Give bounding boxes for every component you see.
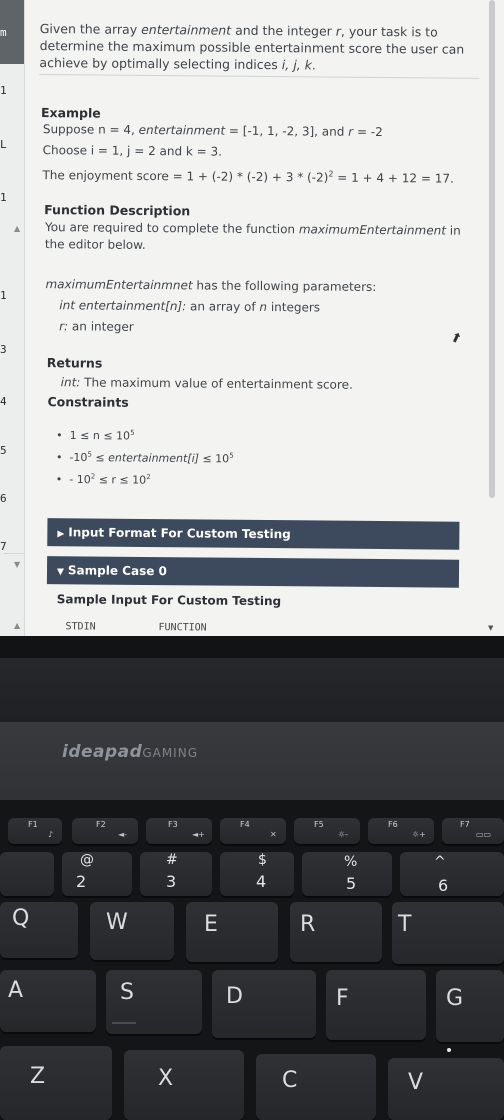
- input-format-toggle[interactable]: ▶ Input Format For Custom Testing: [47, 518, 460, 550]
- screen-bezel: [0, 636, 504, 658]
- gutter-label: 7: [0, 540, 7, 553]
- function-description-text: You are required to complete the functio…: [44, 220, 461, 252]
- chevron-up-icon[interactable]: ▲: [14, 621, 20, 630]
- constraints-heading: Constraints: [47, 394, 129, 410]
- key-4[interactable]: $4: [220, 852, 294, 896]
- key-f1[interactable]: F1 ♪: [8, 818, 62, 844]
- problem-statement: Given the array entertainment and the in…: [30, 0, 484, 636]
- key-a[interactable]: A: [0, 970, 96, 1032]
- brand-logo: ideapadGAMING: [62, 742, 198, 762]
- key-f5[interactable]: F5 ☼-: [294, 818, 360, 844]
- function-label: FUNCTION: [158, 622, 207, 634]
- key-q[interactable]: Q: [0, 902, 78, 958]
- gutter-label: 6: [0, 492, 7, 505]
- key-w[interactable]: W: [90, 902, 174, 960]
- gutter-label: 1: [0, 84, 7, 97]
- parameters-intro: maximumEntertainmnet has the following p…: [45, 277, 377, 294]
- key-f2[interactable]: F2 ◄-: [72, 818, 138, 844]
- scrollbar-thumb[interactable]: [489, 0, 495, 498]
- key-6[interactable]: ^ 6: [400, 852, 504, 896]
- caret-right-icon: ▶: [57, 529, 65, 540]
- key-5[interactable]: % 5: [302, 852, 392, 896]
- key-t[interactable]: T: [392, 902, 504, 964]
- constraint-item: • 1 ≤ n ≤ 105: [56, 428, 135, 443]
- example-line: Suppose n = 4, entertainment = [-1, 1, -…: [42, 122, 383, 140]
- constraint-item: • -105 ≤ entertainment[i] ≤ 105: [55, 450, 234, 466]
- display-switch-icon: ▭▭: [476, 830, 492, 839]
- line-number-gutter: m 1 L 1 ▲ 1 3 4 5 6 7 ▼ ▲: [0, 0, 25, 636]
- key-2[interactable]: @2: [62, 852, 132, 896]
- constraint-item: • - 102 ≤ r ≤ 102: [55, 472, 151, 487]
- gutter-label: 4: [0, 395, 7, 408]
- key-s[interactable]: S: [106, 970, 202, 1034]
- chevron-down-icon[interactable]: ▼: [14, 560, 20, 569]
- returns-text: int: The maximum value of entertainment …: [60, 375, 353, 392]
- gutter-divider: [4, 553, 24, 554]
- key-c[interactable]: C: [256, 1054, 376, 1120]
- divider: [39, 74, 480, 79]
- mic-mute-icon: ♪: [48, 830, 54, 839]
- key-r[interactable]: R: [290, 902, 382, 962]
- screen: m 1 L 1 ▲ 1 3 4 5 6 7 ▼ ▲ Given the arra…: [0, 0, 504, 636]
- gutter-label: 1: [0, 289, 7, 302]
- chevron-up-icon[interactable]: ▲: [14, 224, 20, 233]
- problem-intro: Given the array entertainment and the in…: [39, 21, 465, 73]
- sample-case-toggle[interactable]: ▼ Sample Case 0: [46, 556, 460, 588]
- scroll-down-icon[interactable]: ▼: [488, 624, 493, 632]
- volume-down-icon: ◄-: [118, 830, 128, 839]
- laptop-hinge: [0, 658, 504, 722]
- key-z[interactable]: Z: [0, 1046, 112, 1120]
- key-1[interactable]: [0, 852, 54, 896]
- brightness-up-icon: ☼+: [412, 830, 426, 839]
- function-description-heading: Function Description: [44, 202, 191, 219]
- volume-up-icon: ◄+: [192, 830, 205, 839]
- close-icon: ✕: [270, 830, 277, 839]
- returns-heading: Returns: [46, 355, 103, 371]
- key-divider: [112, 1022, 136, 1024]
- parameter-entertainment: int entertainment[n]: an array of n inte…: [59, 298, 321, 315]
- gutter-label: 5: [0, 444, 7, 457]
- key-e[interactable]: E: [186, 902, 278, 962]
- gutter-label: m: [0, 26, 7, 39]
- key-d[interactable]: D: [212, 970, 316, 1038]
- key-x[interactable]: X: [124, 1050, 244, 1120]
- caret-down-icon: ▼: [56, 567, 64, 578]
- brightness-down-icon: ☼-: [338, 830, 349, 839]
- key-v[interactable]: V: [388, 1058, 504, 1120]
- key-f7[interactable]: F7 ▭▭: [442, 818, 504, 844]
- indicator-light: [447, 1048, 451, 1052]
- key-g[interactable]: G: [436, 970, 504, 1042]
- key-f4[interactable]: F4 ✕: [220, 818, 286, 844]
- parameter-r: r: an integer: [59, 319, 134, 334]
- mouse-cursor-icon: ⬈: [448, 329, 465, 348]
- example-line: Choose i = 1, j = 2 and k = 3.: [42, 143, 223, 159]
- key-3[interactable]: #3: [140, 852, 212, 896]
- gutter-label: 3: [0, 343, 7, 356]
- key-f[interactable]: F: [326, 970, 426, 1040]
- example-line: The enjoyment score = 1 + (-2) * (-2) + …: [42, 168, 454, 186]
- sample-input-heading: Sample Input For Custom Testing: [56, 592, 282, 609]
- example-heading: Example: [40, 105, 101, 121]
- key-f6[interactable]: F6 ☼+: [368, 818, 434, 844]
- gutter-label: 1: [0, 191, 7, 204]
- stdin-label: STDIN: [65, 621, 96, 633]
- key-f3[interactable]: F3 ◄+: [146, 818, 212, 844]
- gutter-label: L: [0, 138, 7, 151]
